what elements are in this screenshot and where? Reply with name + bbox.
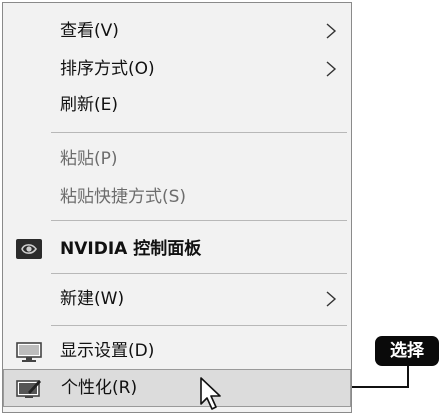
mouse-cursor-icon [200, 377, 221, 410]
screenshot-stage: 查看(V) 排序方式(O) 刷新(E) 粘贴(P) 粘贴快捷方式(S) NVID… [0, 0, 443, 418]
menu-separator [51, 273, 347, 274]
chevron-right-icon [326, 291, 337, 307]
callout-connector-line [352, 365, 409, 388]
chevron-right-icon [326, 23, 337, 39]
menu-item-display-settings[interactable]: 显示设置(D) [3, 333, 351, 369]
menu-item-label: 排序方式(O) [60, 59, 155, 79]
menu-item-label: 粘贴快捷方式(S) [60, 187, 187, 207]
menu-item-label: 刷新(E) [60, 95, 119, 115]
menu-item-label: 个性化(R) [61, 378, 138, 398]
menu-separator [51, 325, 347, 326]
menu-item-refresh[interactable]: 刷新(E) [3, 87, 351, 123]
menu-item-new[interactable]: 新建(W) [3, 281, 351, 317]
display-settings-icon [16, 342, 42, 362]
menu-item-label: NVIDIA 控制面板 [60, 239, 202, 259]
desktop-context-menu: 查看(V) 排序方式(O) 刷新(E) 粘贴(P) 粘贴快捷方式(S) NVID… [2, 2, 352, 413]
menu-item-nvidia-control-panel[interactable]: NVIDIA 控制面板 [3, 231, 351, 267]
menu-item-view[interactable]: 查看(V) [3, 13, 351, 49]
personalize-icon [16, 380, 41, 398]
menu-item-label: 粘贴(P) [60, 149, 118, 169]
chevron-right-icon [326, 61, 337, 77]
menu-item-paste: 粘贴(P) [3, 141, 351, 177]
menu-separator [51, 220, 347, 221]
nvidia-icon [16, 239, 42, 259]
menu-item-sort-by[interactable]: 排序方式(O) [3, 51, 351, 87]
select-callout-badge: 选择 [375, 336, 439, 366]
menu-item-label: 新建(W) [60, 289, 125, 309]
menu-item-label: 查看(V) [60, 21, 119, 41]
menu-separator [51, 132, 347, 133]
menu-item-paste-shortcut: 粘贴快捷方式(S) [3, 179, 351, 215]
menu-item-personalize[interactable]: 个性化(R) [3, 369, 351, 407]
menu-item-label: 显示设置(D) [60, 341, 155, 361]
